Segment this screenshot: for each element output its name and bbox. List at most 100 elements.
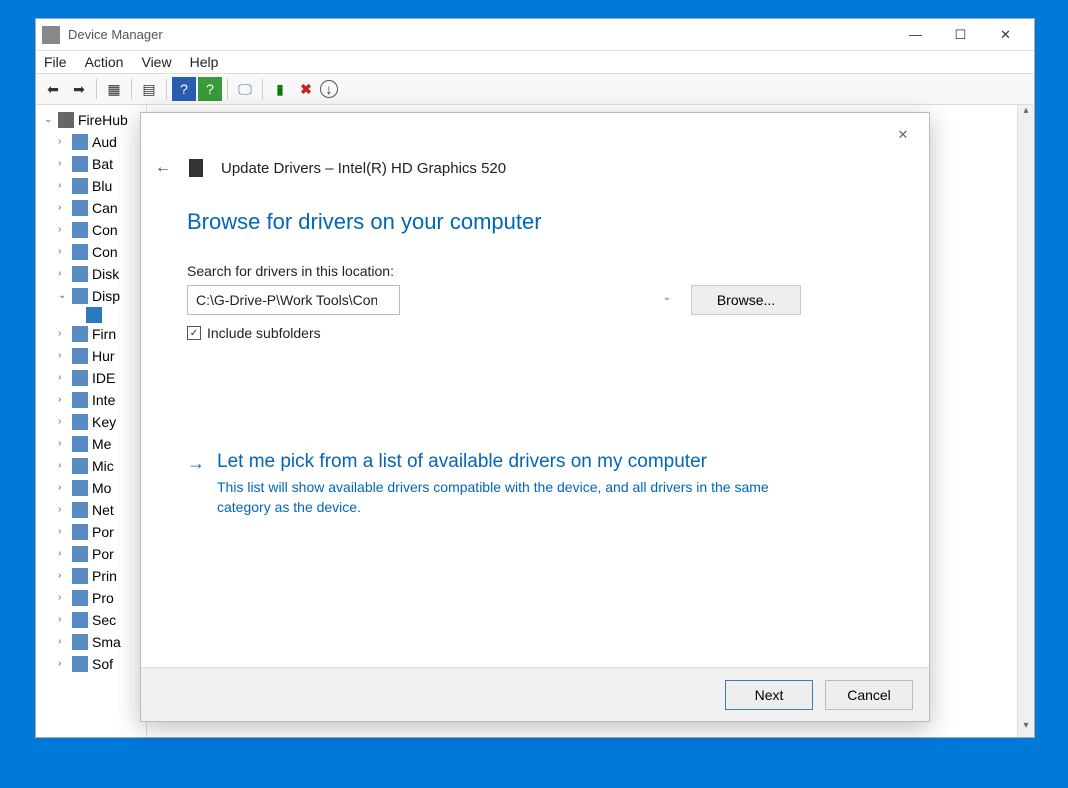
tree-item-label: Bat	[92, 153, 113, 175]
scrollbar[interactable]: ▴ ▾	[1017, 105, 1034, 737]
tree-item[interactable]: ⌄Disp	[38, 285, 144, 307]
tree-item[interactable]: ›Mic	[38, 455, 144, 477]
device-category-icon	[72, 222, 88, 238]
help-green-icon[interactable]: ?	[198, 77, 222, 101]
window-title: Device Manager	[68, 27, 163, 42]
device-category-icon	[72, 612, 88, 628]
device-category-icon	[72, 480, 88, 496]
tree-root[interactable]: ⌄ FireHub	[38, 109, 144, 131]
device-tree[interactable]: ⌄ FireHub ›Aud›Bat›Blu›Can›Con›Con›Disk⌄…	[36, 105, 146, 737]
device-category-icon	[72, 656, 88, 672]
tree-item[interactable]: ›Blu	[38, 175, 144, 197]
update-driver-icon[interactable]: 🖵	[233, 77, 257, 101]
search-label: Search for drivers in this location:	[187, 263, 883, 279]
properties-icon[interactable]: ▤	[137, 77, 161, 101]
back-icon[interactable]: ⬅	[41, 77, 65, 101]
scan-icon[interactable]: ↓	[320, 80, 338, 98]
chevron-icon: ›	[58, 433, 68, 455]
chevron-icon: ›	[58, 653, 68, 675]
tree-item-label: Sof	[92, 653, 113, 675]
scroll-down-icon[interactable]: ▾	[1018, 720, 1034, 737]
device-category-icon	[72, 590, 88, 606]
device-category-icon	[72, 200, 88, 216]
driver-path-input[interactable]	[187, 285, 400, 315]
tree-item-label: Por	[92, 543, 114, 565]
tree-item[interactable]: ›Firn	[38, 323, 144, 345]
tree-item[interactable]: ›Pro	[38, 587, 144, 609]
chevron-icon: ›	[58, 345, 68, 367]
tree-item[interactable]: ›Con	[38, 219, 144, 241]
maximize-button[interactable]: ☐	[938, 20, 983, 50]
tree-item[interactable]: ›Mo	[38, 477, 144, 499]
device-category-icon	[72, 634, 88, 650]
scroll-up-icon[interactable]: ▴	[1018, 105, 1034, 122]
menubar: File Action View Help	[36, 51, 1034, 73]
device-category-icon	[72, 392, 88, 408]
cancel-button[interactable]: Cancel	[825, 680, 913, 710]
menu-view[interactable]: View	[141, 54, 171, 70]
dialog-footer: Next Cancel	[141, 667, 929, 721]
tree-item[interactable]: ›Aud	[38, 131, 144, 153]
minimize-button[interactable]: —	[893, 20, 938, 50]
tree-item[interactable]: ›Sec	[38, 609, 144, 631]
tree-item[interactable]: ›Por	[38, 543, 144, 565]
tree-item-label: IDE	[92, 367, 115, 389]
tree-subitem[interactable]	[38, 307, 144, 323]
tree-item[interactable]: ›Key	[38, 411, 144, 433]
titlebar: Device Manager — ☐ ✕	[36, 19, 1034, 51]
uninstall-icon[interactable]: ▮	[268, 77, 292, 101]
tree-item[interactable]: › Por	[38, 521, 144, 543]
arrow-right-icon: →	[187, 453, 205, 474]
next-button[interactable]: Next	[725, 680, 813, 710]
pick-driver-option[interactable]: → Let me pick from a list of available d…	[187, 451, 883, 518]
tree-item-label: Mic	[92, 455, 114, 477]
menu-action[interactable]: Action	[85, 54, 124, 70]
dialog-title-row: ← Update Drivers – Intel(R) HD Graphics …	[141, 157, 929, 187]
tree-item-label: Por	[92, 521, 114, 543]
chevron-icon: ›	[58, 609, 68, 631]
tree-item[interactable]: › Sma	[38, 631, 144, 653]
device-category-icon	[72, 370, 88, 386]
tree-item[interactable]: ›Me	[38, 433, 144, 455]
browse-button[interactable]: Browse...	[691, 285, 801, 315]
chevron-icon: ›	[58, 499, 68, 521]
tree-item[interactable]: ›Bat	[38, 153, 144, 175]
tree-item[interactable]: ›Can	[38, 197, 144, 219]
dialog-close-icon[interactable]: ✕	[885, 121, 921, 149]
chevron-icon: ›	[58, 323, 68, 345]
menu-help[interactable]: Help	[190, 54, 219, 70]
device-category-icon	[72, 458, 88, 474]
tree-item[interactable]: › Sof	[38, 653, 144, 675]
tree-item[interactable]: › Hur	[38, 345, 144, 367]
tree-item-label: Hur	[92, 345, 115, 367]
tree-item[interactable]: ›Inte	[38, 389, 144, 411]
include-subfolders-checkbox[interactable]: ✓	[187, 326, 201, 340]
dialog-heading: Browse for drivers on your computer	[187, 209, 883, 235]
pick-driver-title: Let me pick from a list of available dri…	[217, 451, 817, 473]
show-hidden-icon[interactable]: ▦	[102, 77, 126, 101]
tree-item-label: Net	[92, 499, 114, 521]
include-subfolders-row[interactable]: ✓ Include subfolders	[187, 325, 883, 341]
back-arrow-icon[interactable]: ←	[155, 159, 177, 177]
close-button[interactable]: ✕	[983, 20, 1028, 50]
tree-item-label: Sma	[92, 631, 121, 653]
tree-item-label: Key	[92, 411, 116, 433]
chevron-icon: ›	[58, 389, 68, 411]
chevron-icon: ›	[58, 631, 68, 653]
delete-icon[interactable]: ✖	[294, 77, 318, 101]
chevron-icon: ›	[58, 521, 68, 543]
tree-item[interactable]: ›IDE	[38, 367, 144, 389]
device-category-icon	[72, 326, 88, 342]
device-category-icon	[72, 178, 88, 194]
tree-item[interactable]: ›Con	[38, 241, 144, 263]
tree-item-label: Mo	[92, 477, 111, 499]
tree-item[interactable]: ›Prin	[38, 565, 144, 587]
chevron-down-icon[interactable]: ⌄	[663, 292, 671, 303]
tree-item-label: Pro	[92, 587, 114, 609]
help-blue-icon[interactable]: ?	[172, 77, 196, 101]
forward-icon[interactable]: ➡	[67, 77, 91, 101]
tree-item[interactable]: › Net	[38, 499, 144, 521]
menu-file[interactable]: File	[44, 54, 67, 70]
device-category-icon	[72, 414, 88, 430]
tree-item[interactable]: ›Disk	[38, 263, 144, 285]
